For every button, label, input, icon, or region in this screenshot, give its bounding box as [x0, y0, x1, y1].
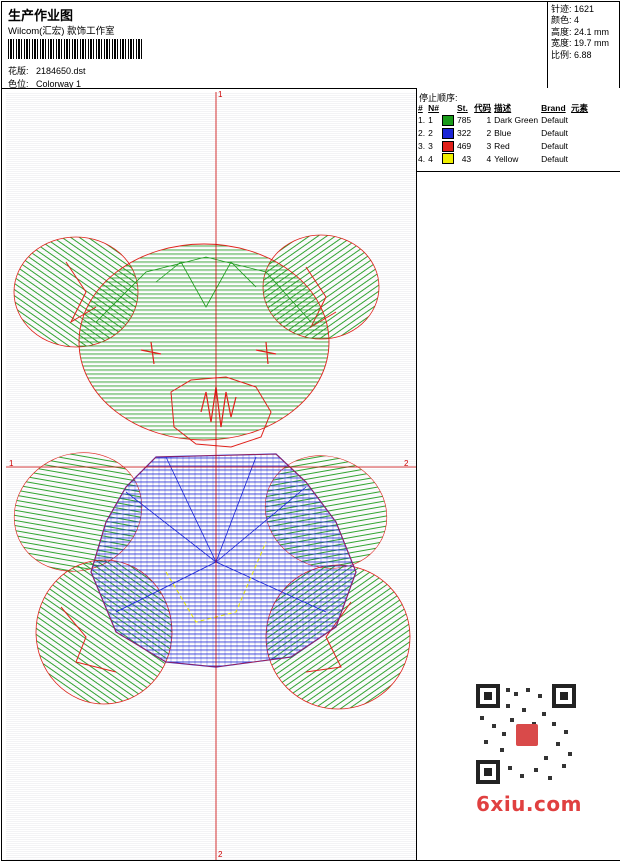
company-name: Wilcom(汇宏) 款饰工作室 [8, 26, 115, 37]
col-desc: 描述 [494, 103, 512, 113]
stop-sequence-table: # N# St. 代码 描述 Brand 元素 1. 1 785 1 Dark … [418, 102, 591, 165]
table-row: 3. 3 469 3 Red Default [418, 140, 569, 152]
col-needle: N# [428, 103, 439, 113]
col-index: # [418, 103, 423, 113]
col-code: 代码 [474, 103, 492, 113]
table-row: 2. 2 322 2 Blue Default [418, 127, 569, 139]
col-brand: Brand [541, 103, 566, 113]
color-swatch [441, 115, 454, 127]
col-element: 元素 [571, 103, 589, 113]
design-row: 花版: 2184650.dst [8, 64, 86, 77]
table-row: 4. 4 43 4 Yellow Default [418, 153, 569, 165]
axis-left-label: 1 [9, 459, 14, 468]
barcode [8, 39, 142, 59]
col-stitches: St. [456, 103, 468, 113]
bear-head [78, 243, 330, 441]
stat-stitches: 针迹: 1621 [551, 4, 595, 14]
stat-scale: 比例: 6.88 [551, 49, 592, 60]
color-swatch [441, 127, 454, 139]
qr-code-image [476, 684, 576, 784]
stat-height: 高度: 24.1 mm [551, 26, 610, 37]
stat-colors: 颜色: 4 [551, 15, 580, 26]
design-canvas[interactable]: 1 2 1 2 [6, 90, 416, 860]
design-label: 花版: [8, 66, 29, 76]
axis-bottom-label: 2 [218, 850, 223, 859]
axis-top-label: 1 [218, 90, 223, 99]
color-swatch [441, 140, 454, 152]
panel-divider [417, 171, 620, 172]
qr-code [472, 682, 580, 786]
table-header: # N# St. 代码 描述 Brand 元素 [418, 102, 591, 114]
watermark-site: 6xiu.com [476, 792, 582, 816]
axis-right-label: 2 [404, 459, 409, 468]
color-swatch [441, 153, 454, 165]
embroidery-preview [6, 92, 416, 860]
col-swatch [442, 102, 457, 114]
design-value: 2184650.dst [36, 66, 86, 76]
page-title: 生产作业图 [8, 8, 74, 23]
table-row: 1. 1 785 1 Dark Green Default [418, 115, 569, 127]
stats-box: 针迹: 1621 颜色: 4 高度: 24.1 mm 宽度: 19.7 mm 比… [547, 2, 619, 88]
production-sheet: 生产作业图 Wilcom(汇宏) 款饰工作室 花版: 2184650.dst 色位… [1, 1, 620, 861]
stat-width: 宽度: 19.7 mm [551, 38, 610, 49]
